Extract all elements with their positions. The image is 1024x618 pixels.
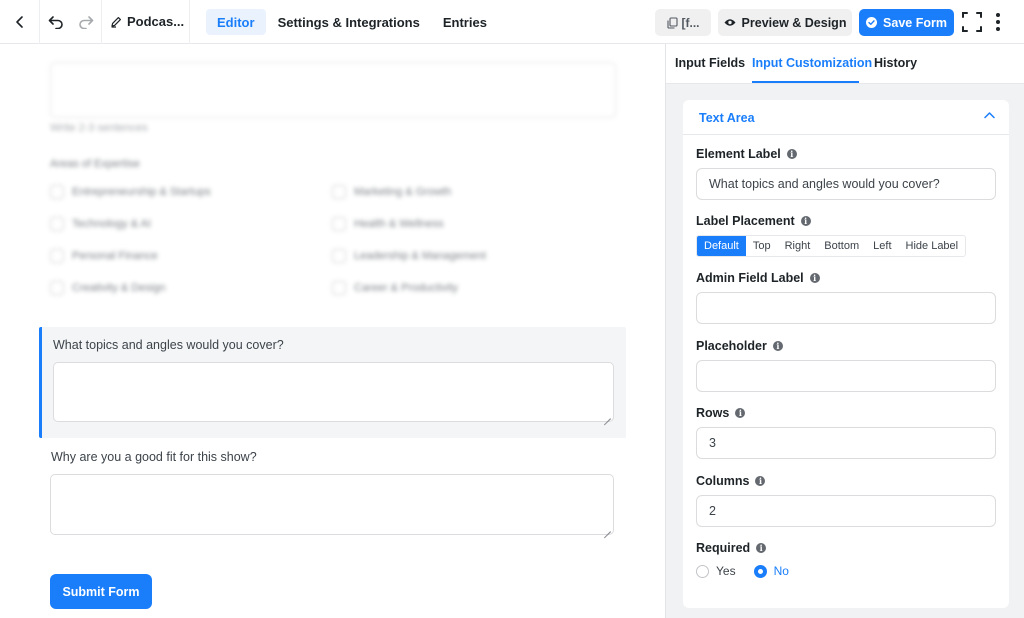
placement-option-left[interactable]: Left bbox=[866, 236, 898, 256]
preview-label: Preview & Design bbox=[741, 15, 847, 30]
info-icon[interactable]: i bbox=[755, 476, 766, 486]
pencil-icon bbox=[111, 16, 121, 28]
tab-history[interactable]: History bbox=[874, 56, 917, 70]
selected-field-label: What topics and angles would you cover? bbox=[53, 338, 284, 352]
required-radio-group: Yes No bbox=[696, 564, 789, 578]
columns-input[interactable]: 2 bbox=[696, 495, 996, 527]
tab-entries[interactable]: Entries bbox=[432, 9, 498, 35]
element-label-heading: Element Label i bbox=[696, 147, 797, 161]
info-icon[interactable]: i bbox=[735, 408, 746, 418]
blurred-help-text: Write 2-3 sentences bbox=[50, 122, 148, 134]
info-icon[interactable]: i bbox=[809, 273, 820, 283]
placement-option-right[interactable]: Right bbox=[778, 236, 818, 256]
submit-form-button[interactable]: Submit Form bbox=[50, 574, 152, 609]
label-placement-text: Label Placement bbox=[696, 214, 795, 228]
rows-text: Rows bbox=[696, 406, 730, 420]
redo-icon bbox=[79, 15, 94, 29]
save-label: Save Form bbox=[883, 15, 947, 30]
admin-field-label-text: Admin Field Label bbox=[696, 271, 804, 285]
panel-title: Text Area bbox=[699, 111, 755, 125]
required-no-label: No bbox=[773, 564, 789, 578]
blurred-checkbox: Health & Wellness bbox=[332, 217, 444, 231]
radio-checked-icon bbox=[753, 564, 767, 578]
required-yes-radio[interactable]: Yes bbox=[696, 564, 736, 578]
expand-icon bbox=[962, 12, 982, 32]
save-form-button[interactable]: Save Form bbox=[859, 9, 954, 36]
tab-input-fields[interactable]: Input Fields bbox=[675, 56, 745, 70]
required-heading: Required i bbox=[696, 541, 767, 555]
placement-option-bottom[interactable]: Bottom bbox=[817, 236, 866, 256]
eye-icon bbox=[724, 19, 736, 26]
check-circle-icon bbox=[866, 17, 878, 28]
info-icon[interactable]: i bbox=[786, 149, 797, 159]
resize-handle-icon[interactable] bbox=[604, 525, 611, 532]
element-label-input[interactable]: What topics and angles would you cover? bbox=[696, 168, 996, 200]
columns-heading: Columns i bbox=[696, 474, 766, 488]
label-placement-segmented: Default Top Right Bottom Left Hide Label bbox=[696, 235, 967, 257]
fullscreen-button[interactable] bbox=[962, 11, 982, 33]
more-dot-icon bbox=[996, 27, 1000, 31]
more-dot-icon bbox=[996, 13, 1000, 17]
copy-icon bbox=[666, 16, 678, 29]
blurred-checkbox: Creativity & Design bbox=[50, 281, 166, 295]
more-dot-icon bbox=[996, 20, 1000, 24]
blurred-form-fields: Write 2-3 sentences Areas of Expertise E… bbox=[0, 44, 665, 324]
placeholder-heading: Placeholder i bbox=[696, 339, 783, 353]
label-placement-heading: Label Placement i bbox=[696, 214, 811, 228]
shortcode-button[interactable]: [f... bbox=[655, 9, 711, 36]
redo-button[interactable] bbox=[71, 0, 102, 44]
preview-design-button[interactable]: Preview & Design bbox=[718, 9, 852, 36]
placeholder-text: Placeholder bbox=[696, 339, 767, 353]
radio-unchecked-icon bbox=[696, 564, 709, 578]
panel-header[interactable]: Text Area bbox=[683, 100, 1009, 135]
resize-handle-icon[interactable] bbox=[604, 412, 611, 419]
columns-text: Columns bbox=[696, 474, 750, 488]
form-title[interactable]: Podcas... bbox=[102, 0, 190, 44]
element-label-text: Element Label bbox=[696, 147, 781, 161]
fit-field-label: Why are you a good fit for this show? bbox=[51, 450, 257, 464]
topics-textarea[interactable] bbox=[53, 362, 614, 422]
blurred-textarea bbox=[50, 62, 616, 118]
blurred-checkbox: Marketing & Growth bbox=[332, 185, 451, 199]
admin-field-label-input[interactable] bbox=[696, 292, 996, 324]
fit-textarea[interactable] bbox=[50, 474, 614, 535]
form-title-text: Podcas... bbox=[127, 14, 185, 29]
placeholder-input[interactable] bbox=[696, 360, 996, 392]
placement-option-hide-label[interactable]: Hide Label bbox=[899, 236, 966, 256]
placement-option-top[interactable]: Top bbox=[746, 236, 778, 256]
required-text: Required bbox=[696, 541, 751, 555]
undo-icon bbox=[48, 15, 63, 29]
info-icon[interactable]: i bbox=[800, 216, 811, 226]
main-nav: Editor Settings & Integrations Entries bbox=[206, 9, 499, 35]
blurred-checkbox: Career & Productivity bbox=[332, 281, 458, 295]
sidebar-tabs: Input Fields Input Customization History bbox=[666, 44, 1024, 84]
undo-button[interactable] bbox=[40, 0, 71, 44]
selected-textarea-field[interactable]: What topics and angles would you cover? bbox=[39, 327, 626, 438]
tab-editor[interactable]: Editor bbox=[206, 9, 266, 35]
blurred-checkbox: Leadership & Management bbox=[332, 249, 486, 263]
tab-input-customization[interactable]: Input Customization bbox=[752, 56, 872, 70]
admin-field-label-heading: Admin Field Label i bbox=[696, 271, 820, 285]
active-tab-indicator bbox=[752, 81, 859, 83]
back-button[interactable] bbox=[0, 0, 40, 44]
info-icon[interactable]: i bbox=[772, 341, 783, 351]
blurred-checkbox: Personal Finance bbox=[50, 249, 158, 263]
tab-settings-integrations[interactable]: Settings & Integrations bbox=[267, 9, 431, 35]
info-icon[interactable]: i bbox=[756, 543, 767, 553]
blurred-checkbox: Technology & AI bbox=[50, 217, 151, 231]
form-editor-canvas: Write 2-3 sentences Areas of Expertise E… bbox=[0, 44, 665, 618]
more-options-button[interactable] bbox=[993, 11, 1003, 33]
chevron-up-icon[interactable] bbox=[984, 111, 995, 119]
rows-heading: Rows i bbox=[696, 406, 746, 420]
shortcode-label: [f... bbox=[681, 15, 700, 30]
text-area-settings-panel: Text Area Element Label i What topics an… bbox=[683, 100, 1009, 608]
blurred-group-label: Areas of Expertise bbox=[50, 158, 140, 170]
blurred-checkbox: Entrepreneurship & Startups bbox=[50, 185, 211, 199]
rows-input[interactable]: 3 bbox=[696, 427, 996, 459]
required-yes-label: Yes bbox=[716, 564, 736, 578]
placement-option-default[interactable]: Default bbox=[697, 236, 746, 256]
chevron-left-icon bbox=[15, 15, 23, 28]
required-no-radio[interactable]: No bbox=[753, 564, 789, 578]
settings-sidebar: Input Fields Input Customization History… bbox=[665, 44, 1024, 618]
